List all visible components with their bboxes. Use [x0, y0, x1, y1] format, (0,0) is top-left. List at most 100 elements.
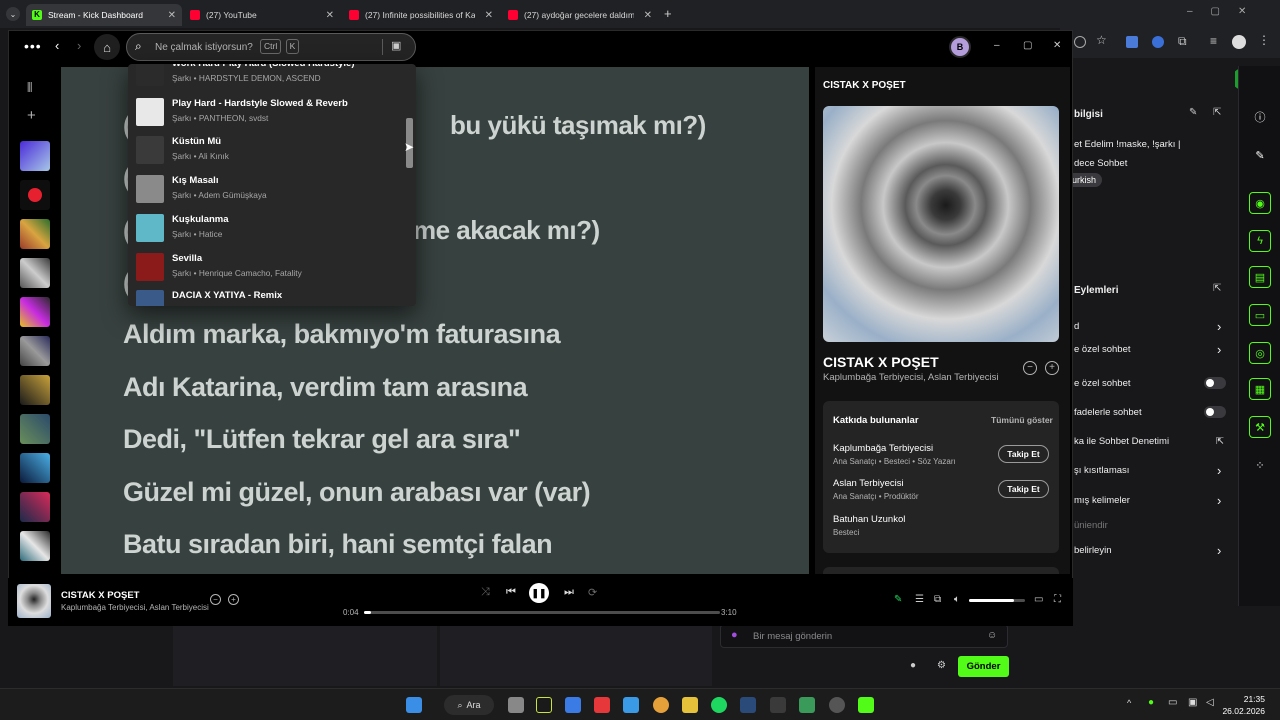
close-icon[interactable]: ✕ [168, 10, 176, 21]
translate-icon[interactable] [1126, 36, 1138, 48]
miniplayer-icon[interactable]: ▭ [1034, 594, 1043, 605]
microphone-icon[interactable]: ● [731, 629, 738, 641]
popout-icon[interactable]: ⇱ [1213, 283, 1221, 294]
puzzle-icon[interactable]: ⧉ [1178, 34, 1187, 49]
volume-icon[interactable]: ◁ [1206, 697, 1214, 708]
chevron-right-icon[interactable]: › [1217, 319, 1221, 334]
song-artists[interactable]: Kaplumbağa Terbiyecisi, Aslan Terbiyecis… [823, 372, 999, 383]
wrench-icon[interactable]: ⚒ [1249, 416, 1271, 438]
show-all-link[interactable]: Tümünü göster [991, 415, 1053, 425]
lyrics-icon[interactable]: ✎ [894, 594, 902, 605]
window-controls[interactable]: –▢✕ [1187, 6, 1264, 17]
search-result-item[interactable]: Kuşkulanma Şarkı • Hatice [136, 210, 406, 248]
chat-action-label[interactable]: e özel sohbet [1074, 378, 1131, 389]
search-result-item[interactable]: Kış Masalı Şarkı • Adem Gümüşkaya [136, 171, 406, 209]
minimize-icon[interactable]: – [994, 40, 1000, 51]
fullscreen-icon[interactable]: ⛶ [1054, 594, 1061, 605]
chevron-right-icon[interactable]: › [1217, 493, 1221, 508]
shuffle-icon[interactable]: ⤨ [481, 586, 490, 599]
broadcast-icon[interactable]: ◎ [1249, 342, 1271, 364]
maximize-icon[interactable]: ▢ [1023, 40, 1032, 51]
browse-icon[interactable]: ▣ [391, 39, 401, 52]
liked-songs-icon[interactable] [20, 141, 50, 171]
popout-icon[interactable]: ⇱ [1213, 107, 1221, 118]
lyric-line[interactable]: Aldım marka, bakmıyo'm faturasına [123, 319, 561, 350]
pause-button[interactable]: ❚❚ [529, 583, 549, 603]
plus-icon[interactable]: + [27, 107, 36, 124]
star-icon[interactable]: ☆ [1096, 33, 1107, 47]
search-result-item[interactable]: Sevilla Şarkı • Henrique Camacho, Fatalit… [136, 249, 406, 287]
credit-name[interactable]: Batuhan Uzunkol [833, 514, 905, 525]
chat-action-label[interactable]: e özel sohbet [1074, 344, 1131, 355]
steam-icon[interactable] [740, 697, 756, 713]
profile-icon[interactable] [1232, 35, 1246, 49]
chat-action-label[interactable]: belirleyin [1074, 545, 1112, 556]
spotify-icon[interactable] [711, 697, 727, 713]
previous-icon[interactable]: ⏮ [506, 586, 516, 599]
now-playing-title[interactable]: CISTAK X POŞET [61, 590, 139, 601]
credit-name[interactable]: Kaplumbağa Terbiyecisi [833, 443, 933, 454]
close-icon[interactable]: ✕ [326, 10, 334, 21]
app-icon[interactable] [799, 697, 815, 713]
menu-dots-icon[interactable]: ••• [24, 38, 42, 54]
chat-input[interactable]: ● Bir mesaj gönderin ☺ [720, 624, 1008, 648]
terminal-icon[interactable] [770, 697, 786, 713]
chat-action-label[interactable]: d [1074, 321, 1079, 332]
store-icon[interactable] [565, 697, 581, 713]
close-icon[interactable]: ✕ [1053, 40, 1061, 51]
playlist-thumb[interactable] [20, 219, 50, 249]
network-icon[interactable]: ▣ [1188, 697, 1197, 708]
search-result-item[interactable]: Küstün Mü Şarkı • Ali Kınık [136, 132, 406, 170]
playlist-thumb[interactable] [20, 492, 50, 522]
playlist-thumb[interactable] [20, 297, 50, 327]
tab-search-button[interactable]: ⌄ [6, 7, 20, 21]
task-view-icon[interactable] [508, 697, 524, 713]
tab-youtube-video[interactable]: (27) Infinite possibilities of Kara ✕ [343, 4, 499, 26]
playlist-thumb[interactable] [20, 453, 50, 483]
volume-slider[interactable] [969, 599, 1025, 602]
chevron-right-icon[interactable]: › [1217, 543, 1221, 558]
eye-off-icon[interactable] [1074, 36, 1086, 48]
song-title[interactable]: CISTAK X POŞET [823, 354, 939, 370]
folder-icon[interactable] [682, 697, 698, 713]
document-icon[interactable]: ▤ [1249, 266, 1271, 288]
list-icon[interactable]: ≡ [1210, 34, 1217, 48]
avatar[interactable]: B [949, 36, 971, 58]
search-result-item[interactable]: Play Hard - Hardstyle Slowed & Reverb Şar… [136, 94, 406, 132]
emoji-icon[interactable]: ☺ [987, 630, 997, 641]
add-icon[interactable]: + [228, 594, 239, 605]
chevron-right-icon[interactable]: › [1217, 463, 1221, 478]
tab-youtube[interactable]: (27) YouTube ✕ [184, 4, 340, 26]
taskbar-search[interactable]: ⌕ Ara [444, 695, 494, 715]
library-icon[interactable]: ⫴ [27, 80, 32, 96]
gear-icon[interactable]: ⚙ [937, 660, 946, 671]
kick-icon[interactable] [858, 697, 874, 713]
chevron-up-icon[interactable]: ^ [1127, 698, 1131, 708]
playlist-thumb[interactable] [20, 375, 50, 405]
clock-time[interactable]: 21:35 [1229, 694, 1265, 704]
playlist-thumb[interactable] [20, 336, 50, 366]
chrome-icon[interactable] [653, 697, 669, 713]
search-result-item[interactable]: DACIA X YATIYA - Remix [136, 286, 406, 306]
chat-action-label[interactable]: şı kısıtlaması [1074, 465, 1129, 476]
edit-icon[interactable]: ✎ [1189, 107, 1197, 118]
tab-youtube-video-2[interactable]: (27) aydoğar gecelere daldım o ✕ [502, 4, 658, 26]
close-icon[interactable]: ✕ [644, 10, 652, 21]
devices-icon[interactable]: ⧉ [934, 594, 941, 605]
follow-button[interactable]: Takip Et [998, 480, 1049, 498]
lyric-line[interactable]: Batu sıradan biri, hani semtçi falan [123, 529, 553, 560]
chat-icon[interactable]: ▭ [1249, 304, 1271, 326]
progress-track[interactable] [364, 611, 720, 614]
search-input[interactable]: ⌕ Ne çalmak istiyorsun? Ctrl K ▣ [126, 33, 416, 61]
extension-icon[interactable] [1152, 36, 1164, 48]
app-icon[interactable] [536, 697, 552, 713]
app-icon[interactable] [623, 697, 639, 713]
credit-name[interactable]: Aslan Terbiyecisi [833, 478, 904, 489]
chat-action-label[interactable]: mış kelimeler [1074, 495, 1130, 506]
volume-icon[interactable]: 🔈︎ [954, 594, 960, 605]
remove-icon[interactable]: − [1023, 361, 1037, 375]
close-icon[interactable]: ✕ [485, 10, 493, 21]
lyric-line[interactable]: Güzel mi güzel, onun arabası var (var) [123, 477, 591, 508]
windows-start-icon[interactable] [406, 697, 422, 713]
search-result-item[interactable]: Work Hard Play Hard (Slowed Hardstyle) Şa… [136, 64, 406, 92]
